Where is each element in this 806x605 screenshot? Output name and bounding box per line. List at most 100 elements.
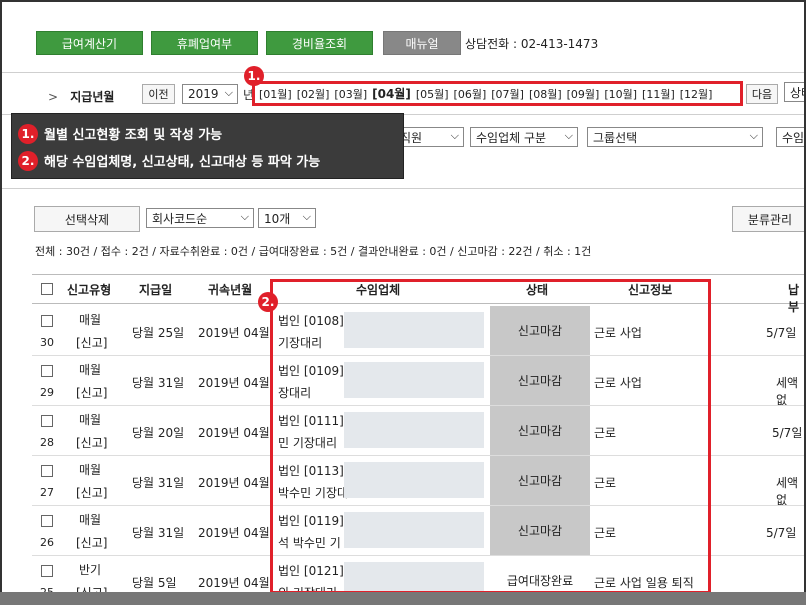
month-06[interactable]: [06월] — [454, 86, 487, 102]
row-checkbox[interactable] — [41, 465, 53, 477]
row-type-sub: [신고] — [76, 486, 108, 500]
info-line-1: 1. 월별 신고현황 조회 및 작성 가능 — [18, 120, 403, 147]
month-selector: [01월] [02월] [03월] [04월] [05월] [06월] [07월… — [252, 81, 743, 106]
month-03[interactable]: [03월] — [334, 86, 367, 102]
divider — [2, 188, 804, 189]
client-type-select[interactable]: 수임업체 구분 ⌵ — [470, 127, 578, 147]
sort-select[interactable]: 회사코드순 ⌵ — [146, 208, 254, 228]
pay-month-text: 지급년월 — [70, 90, 115, 104]
row-pay-day: 당월 31일 — [132, 376, 185, 390]
month-01[interactable]: [01월] — [259, 86, 292, 102]
month-08[interactable]: [08월] — [529, 86, 562, 102]
chevron-down-icon: ⌵ — [240, 210, 249, 223]
info-line-2: 2. 해당 수임업체명, 신고상태, 신고대상 등 파악 가능 — [18, 147, 403, 174]
row-type-sub: [신고] — [76, 436, 108, 450]
month-11[interactable]: [11월] — [642, 86, 675, 102]
staff-select[interactable]: 직원 ⌵ — [394, 127, 464, 147]
month-02[interactable]: [02월] — [297, 86, 330, 102]
callout-1-badge: 1. — [244, 66, 264, 86]
row-type-sub: [신고] — [76, 536, 108, 550]
prev-button[interactable]: 이전 — [142, 84, 175, 104]
row-period: 2019년 04월 — [198, 426, 270, 440]
chevron-down-icon: ⌵ — [450, 129, 459, 142]
row-payment: 5/7일 — [766, 326, 797, 340]
row-payment: 세액없 — [776, 376, 799, 407]
row-type-sub: [신고] — [76, 336, 108, 350]
month-09[interactable]: [09월] — [567, 86, 600, 102]
next-button[interactable]: 다음 — [746, 84, 778, 104]
client-type-value: 수임업체 구분 — [476, 130, 547, 145]
year-select[interactable]: 2019 ⌵ — [182, 84, 238, 104]
row-type-sub: [신고] — [76, 386, 108, 400]
row-checkbox[interactable] — [41, 515, 53, 527]
row-period: 2019년 04월 — [198, 576, 270, 590]
row-type: 반기 — [79, 563, 102, 577]
header-period: 귀속년월 — [208, 283, 253, 297]
select-all-checkbox[interactable] — [41, 283, 53, 295]
chevron-right-icon: > — [48, 90, 59, 104]
chevron-down-icon: ⌵ — [564, 129, 573, 142]
info-overlay: 1. 월별 신고현황 조회 및 작성 가능 2. 해당 수임업체명, 신고상태,… — [11, 113, 404, 179]
status-select[interactable]: 상태 — [784, 82, 804, 102]
row-period: 2019년 04월 — [198, 526, 270, 540]
callout-2-badge: 2. — [258, 292, 278, 312]
header-type: 신고유형 — [67, 283, 112, 297]
group-select[interactable]: 그룹선택 ⌵ — [587, 127, 763, 147]
year-value: 2019 — [188, 87, 219, 101]
month-04-current[interactable]: [04월] — [372, 85, 411, 102]
app-window: 급여계산기 휴폐업여부 경비율조회 매뉴얼 상담전화 : 02-413-1473… — [0, 0, 806, 605]
row-number: 29 — [40, 386, 54, 399]
delete-selected-button[interactable]: 선택삭제 — [34, 206, 140, 232]
month-12[interactable]: [12월] — [680, 86, 713, 102]
category-manage-button[interactable]: 분류관리 — [732, 206, 804, 232]
month-10[interactable]: [10월] — [604, 86, 637, 102]
chevron-down-icon: ⌵ — [749, 129, 758, 142]
row-period: 2019년 04월 — [198, 476, 270, 490]
row-checkbox[interactable] — [41, 415, 53, 427]
row-number: 30 — [40, 336, 54, 349]
highlight-box-2 — [270, 279, 711, 594]
top-toolbar: 급여계산기 휴폐업여부 경비율조회 매뉴얼 상담전화 : 02-413-1473 — [36, 31, 598, 55]
info-text-1: 월별 신고현황 조회 및 작성 가능 — [44, 128, 223, 143]
row-pay-day: 당월 31일 — [132, 476, 185, 490]
chevron-down-icon: ⌵ — [224, 86, 233, 99]
bottom-scrollbar[interactable] — [0, 592, 806, 605]
row-pay-day: 당월 5일 — [132, 576, 177, 590]
row-checkbox[interactable] — [41, 315, 53, 327]
row-checkbox[interactable] — [41, 565, 53, 577]
status-summary: 전체 : 30건 / 접수 : 2건 / 자료수취완료 : 0건 / 급여대장완… — [35, 245, 592, 258]
row-number: 26 — [40, 536, 54, 549]
row-number: 28 — [40, 436, 54, 449]
page-size-value: 10개 — [264, 211, 291, 226]
phone-text: 상담전화 : 02-413-1473 — [465, 36, 599, 51]
divider — [2, 72, 804, 73]
row-period: 2019년 04월 — [198, 326, 270, 340]
client-search-value: 수임 — [782, 130, 805, 145]
info-badge-1: 1. — [18, 123, 38, 144]
salary-calculator-button[interactable]: 급여계산기 — [36, 31, 143, 55]
group-select-value: 그룹선택 — [593, 130, 638, 145]
business-status-button[interactable]: 휴폐업여부 — [151, 31, 258, 55]
row-type: 매월 — [79, 313, 102, 327]
pay-month-label: > 지급년월 — [48, 88, 114, 105]
row-period: 2019년 04월 — [198, 376, 270, 390]
month-07[interactable]: [07월] — [491, 86, 524, 102]
row-checkbox[interactable] — [41, 365, 53, 377]
month-05[interactable]: [05월] — [416, 86, 449, 102]
row-pay-day: 당월 20일 — [132, 426, 185, 440]
expense-rate-button[interactable]: 경비율조회 — [266, 31, 373, 55]
row-pay-day: 당월 31일 — [132, 526, 185, 540]
header-pay-day: 지급일 — [139, 283, 173, 297]
status-select-value: 상태 — [790, 85, 804, 100]
row-type: 매월 — [79, 513, 102, 527]
sort-value: 회사코드순 — [152, 211, 208, 226]
client-search-select[interactable]: 수임 — [776, 127, 805, 147]
page-size-select[interactable]: 10개 ⌵ — [258, 208, 316, 228]
info-text-2: 해당 수임업체명, 신고상태, 신고대상 등 파악 가능 — [44, 155, 321, 170]
row-payment: 5/7일 — [772, 426, 803, 440]
row-pay-day: 당월 25일 — [132, 326, 185, 340]
info-badge-2: 2. — [18, 150, 38, 171]
row-type: 매월 — [79, 363, 102, 377]
manual-button[interactable]: 매뉴얼 — [383, 31, 461, 55]
row-payment: 5/7일 — [766, 526, 797, 540]
